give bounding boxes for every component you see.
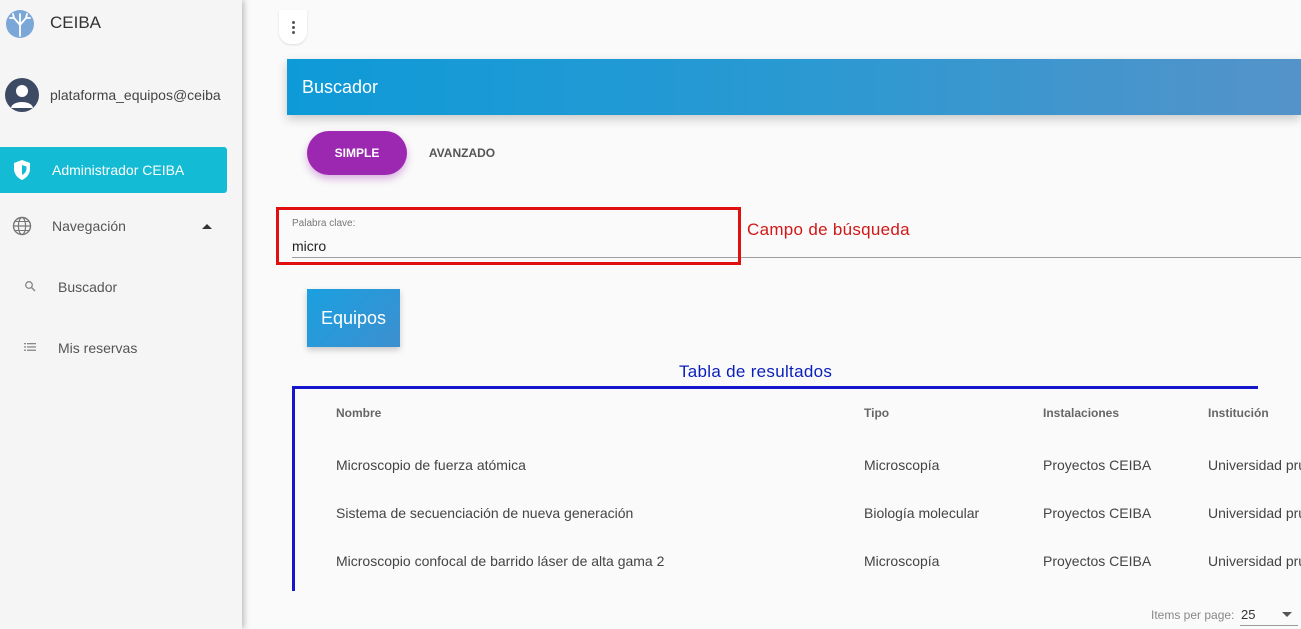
cell-institucion: Universidad prue bbox=[1208, 553, 1301, 569]
select-underline bbox=[1240, 625, 1298, 626]
sidebar-item-admin-ceiba[interactable]: Administrador CEIBA bbox=[0, 147, 227, 193]
cell-institucion: Universidad prue bbox=[1208, 457, 1301, 473]
user-email: plataforma_equipos@ceiba bbox=[50, 87, 221, 103]
sidebar-item-label: Navegación bbox=[52, 218, 126, 234]
page-header: Buscador bbox=[287, 59, 1301, 115]
sidebar-item-label: Buscador bbox=[58, 279, 118, 295]
column-header-nombre[interactable]: Nombre bbox=[336, 406, 381, 420]
dropdown-arrow-icon[interactable] bbox=[1282, 612, 1292, 617]
caret-up-icon bbox=[202, 224, 212, 229]
cell-instalaciones: Proyectos CEIBA bbox=[1043, 505, 1152, 521]
search-field-annotation-box bbox=[276, 207, 741, 265]
cell-instalaciones: Proyectos CEIBA bbox=[1043, 457, 1152, 473]
sidebar-item-mis-reservas[interactable]: Mis reservas bbox=[0, 330, 227, 366]
cell-instalaciones: Proyectos CEIBA bbox=[1043, 553, 1152, 569]
list-icon bbox=[24, 343, 36, 351]
cell-nombre: Microscopio de fuerza atómica bbox=[336, 457, 526, 473]
user-icon bbox=[11, 85, 33, 108]
sidebar-item-buscador[interactable]: Buscador bbox=[0, 269, 227, 305]
brand[interactable]: CEIBA bbox=[0, 0, 242, 46]
column-header-instalaciones[interactable]: Instalaciones bbox=[1043, 406, 1119, 420]
cell-tipo: Microscopía bbox=[864, 553, 940, 569]
sidebar-item-label: Mis reservas bbox=[58, 340, 138, 356]
search-field-annotation-label: Campo de búsqueda bbox=[747, 220, 910, 239]
cell-tipo: Microscopía bbox=[864, 457, 940, 473]
brand-title: CEIBA bbox=[50, 13, 102, 32]
items-per-page-value[interactable]: 25 bbox=[1241, 607, 1255, 622]
avatar bbox=[5, 78, 39, 112]
kebab-dot bbox=[291, 30, 295, 34]
cell-nombre: Sistema de secuenciación de nueva genera… bbox=[336, 505, 634, 521]
sidebar: CEIBA plataforma_equipos@ceiba Administr… bbox=[0, 0, 242, 629]
results-table-annotation-line bbox=[292, 386, 295, 591]
search-icon bbox=[25, 281, 36, 292]
more-options-button[interactable] bbox=[279, 10, 307, 44]
tab-simple[interactable]: SIMPLE bbox=[307, 131, 407, 175]
sidebar-item-label: Administrador CEIBA bbox=[52, 162, 185, 178]
kebab-dot bbox=[291, 25, 295, 29]
tab-avanzado[interactable]: AVANZADO bbox=[421, 131, 503, 175]
cell-nombre: Microscopio confocal de barrido láser de… bbox=[336, 553, 665, 569]
page-title: Buscador bbox=[302, 77, 379, 97]
sidebar-item-navegacion[interactable]: Navegación bbox=[0, 208, 227, 244]
globe-icon bbox=[12, 216, 32, 236]
items-per-page-label: Items per page: bbox=[1151, 608, 1235, 622]
column-header-tipo[interactable]: Tipo bbox=[864, 406, 889, 420]
ceiba-tree-logo-icon bbox=[6, 10, 34, 38]
shield-icon bbox=[14, 160, 30, 180]
column-header-institucion[interactable]: Institución bbox=[1208, 406, 1269, 420]
cell-tipo: Biología molecular bbox=[864, 505, 980, 521]
results-table-annotation-line bbox=[292, 386, 1258, 389]
kebab-dot bbox=[291, 20, 295, 24]
user-profile[interactable]: plataforma_equipos@ceiba bbox=[0, 76, 242, 116]
equipos-button[interactable]: Equipos bbox=[307, 289, 400, 347]
results-table-annotation-label: Tabla de resultados bbox=[679, 362, 833, 381]
cell-institucion: Universidad prue bbox=[1208, 505, 1301, 521]
